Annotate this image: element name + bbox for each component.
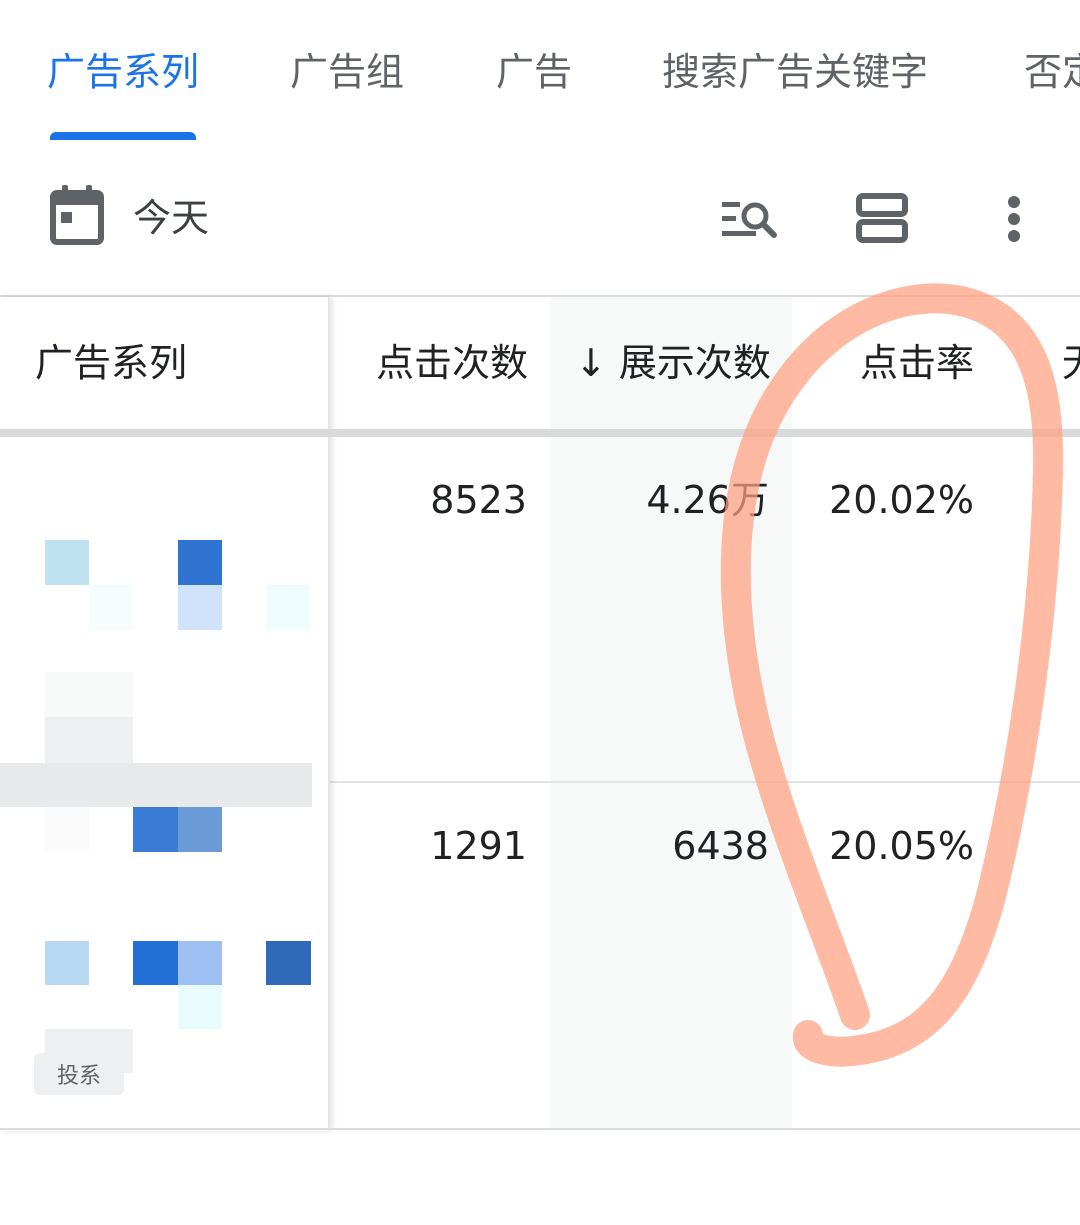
header-clicks[interactable]: 点击次数 xyxy=(376,337,528,389)
tab-ads[interactable]: 广告 xyxy=(496,48,572,96)
tab-campaigns[interactable]: 广告系列 xyxy=(47,48,199,96)
more-vert-icon[interactable] xyxy=(1006,195,1022,243)
header-ctr[interactable]: 点击率 xyxy=(860,337,974,389)
tab-negative[interactable]: 否定 xyxy=(1024,48,1080,96)
row2-ctr: 20.05% xyxy=(829,824,974,868)
toolbar: 今天 xyxy=(0,140,1080,296)
filter-search-icon[interactable] xyxy=(722,200,778,238)
row1-ctr: 20.02% xyxy=(829,478,974,522)
header-impressions-sorted[interactable]: ↓ 展示次数 xyxy=(575,337,771,389)
campaign-type-badge: 投系 xyxy=(34,1053,124,1095)
header-divider xyxy=(0,429,1080,437)
row1-impressions: 4.26万 xyxy=(646,478,769,522)
row-divider xyxy=(330,781,1080,783)
tab-search-keywords[interactable]: 搜索广告关键字 xyxy=(662,48,928,96)
campaign-table: 点击次数 ↓ 展示次数 点击率 无 8523 4.26万 20.02% 1291… xyxy=(0,297,1080,1132)
sorted-column-highlight xyxy=(550,297,792,1131)
calendar-icon[interactable] xyxy=(50,185,104,245)
table-bottom-divider xyxy=(0,1128,1080,1130)
header-next-column[interactable]: 无 xyxy=(1062,337,1080,389)
tab-bar: 广告系列 广告组 广告 搜索广告关键字 否定 xyxy=(0,0,1080,140)
row2-impressions: 6438 xyxy=(672,824,769,868)
row2-clicks: 1291 xyxy=(430,824,527,868)
header-campaign[interactable]: 广告系列 xyxy=(35,337,187,389)
tab-ad-groups[interactable]: 广告组 xyxy=(290,48,404,96)
active-tab-indicator xyxy=(50,132,196,140)
date-range-selector[interactable]: 今天 xyxy=(133,194,209,242)
density-icon[interactable] xyxy=(856,193,908,243)
row1-clicks: 8523 xyxy=(430,478,527,522)
